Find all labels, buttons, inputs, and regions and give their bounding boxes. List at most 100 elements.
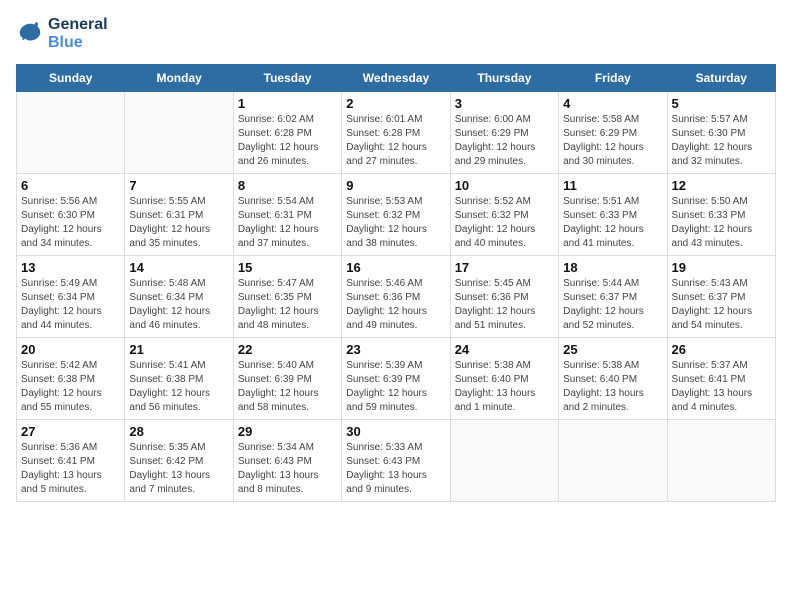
day-number: 20 xyxy=(21,342,120,357)
sunrise-text: Sunrise: 5:38 AM xyxy=(563,360,639,371)
calendar-cell: 7 Sunrise: 5:55 AMSunset: 6:31 PMDaylight… xyxy=(125,174,233,256)
sunset-text: Sunset: 6:33 PM xyxy=(563,210,637,221)
daylight-text: Daylight: 12 hours and 29 minutes. xyxy=(455,142,536,167)
daylight-text: Daylight: 13 hours and 2 minutes. xyxy=(563,388,644,413)
day-number: 10 xyxy=(455,178,554,193)
day-details: Sunrise: 5:54 AM Sunset: 6:31 PM Daylight:… xyxy=(238,195,337,251)
day-details: Sunrise: 5:52 AMSunset: 6:32 PMDaylight:… xyxy=(455,195,554,251)
sunrise-text: Sunrise: 6:00 AM xyxy=(455,114,531,125)
calendar-cell: 23Sunrise: 5:39 AMSunset: 6:39 PMDayligh… xyxy=(342,338,450,420)
sunrise-text: Sunrise: 5:57 AM xyxy=(672,114,748,125)
sunrise-text: Sunrise: 5:37 AM xyxy=(672,360,748,371)
day-details: Sunrise: 5:49 AMSunset: 6:34 PMDaylight:… xyxy=(21,277,120,333)
calendar-cell: 1Sunrise: 6:02 AMSunset: 6:28 PMDaylight… xyxy=(233,92,341,174)
sunrise-text: Sunrise: 5:43 AM xyxy=(672,278,748,289)
sunrise-text: Sunrise: 5:35 AM xyxy=(129,442,205,453)
calendar-cell: 18Sunrise: 5:44 AMSunset: 6:37 PMDayligh… xyxy=(559,256,667,338)
day-number: 26 xyxy=(672,342,771,357)
sunset-text: Sunset: 6:30 PM xyxy=(21,210,95,221)
sunset-text: Sunset: 6:41 PM xyxy=(21,456,95,467)
sunrise-text: Sunrise: 5:41 AM xyxy=(129,360,205,371)
day-number: 19 xyxy=(672,260,771,275)
calendar-cell: 15Sunrise: 5:47 AMSunset: 6:35 PMDayligh… xyxy=(233,256,341,338)
page-header: General Blue xyxy=(16,16,776,52)
day-details: Sunrise: 5:38 AMSunset: 6:40 PMDaylight:… xyxy=(455,359,554,415)
daylight-text: Daylight: 12 hours and 44 minutes. xyxy=(21,306,102,331)
day-number: 13 xyxy=(21,260,120,275)
day-details: Sunrise: 5:34 AM Sunset: 6:43 PM Daylight:… xyxy=(238,441,337,497)
sunset-text: Sunset: 6:36 PM xyxy=(346,292,420,303)
sunset-text: Sunset: 6:32 PM xyxy=(346,210,420,221)
day-number: 6 xyxy=(21,178,120,193)
sunset-text: Sunset: 6:40 PM xyxy=(455,374,529,385)
day-number: 2 xyxy=(346,96,445,111)
day-details: Sunrise: 5:39 AMSunset: 6:39 PMDaylight:… xyxy=(346,359,445,415)
daylight-text: Daylight: 13 hours and 7 minutes. xyxy=(129,470,210,495)
weekday-header: Friday xyxy=(559,65,667,92)
day-details: Sunrise: 5:51 AMSunset: 6:33 PMDaylight:… xyxy=(563,195,662,251)
sunrise-text: Sunrise: 5:54 AM xyxy=(238,196,314,207)
sunset-text: Sunset: 6:34 PM xyxy=(21,292,95,303)
day-details: Sunrise: 5:50 AMSunset: 6:33 PMDaylight:… xyxy=(672,195,771,251)
sunset-text: Sunset: 6:37 PM xyxy=(563,292,637,303)
calendar-cell: 16 Sunrise: 5:46 AMSunset: 6:36 PMDayligh… xyxy=(342,256,450,338)
weekday-header: Thursday xyxy=(450,65,558,92)
day-details: Sunrise: 5:56 AMSunset: 6:30 PMDaylight:… xyxy=(21,195,120,251)
day-details: Sunrise: 5:55 AMSunset: 6:31 PMDaylight:… xyxy=(129,195,228,251)
day-details: Sunrise: 6:00 AMSunset: 6:29 PMDaylight:… xyxy=(455,113,554,169)
daylight-text: Daylight: 12 hours and 59 minutes. xyxy=(346,388,427,413)
logo: General Blue xyxy=(16,16,108,52)
sunset-text: Sunset: 6:29 PM xyxy=(563,128,637,139)
daylight-text: Daylight: 12 hours and 30 minutes. xyxy=(563,142,644,167)
calendar-cell: 9Sunrise: 5:53 AMSunset: 6:32 PMDaylight… xyxy=(342,174,450,256)
calendar-cell xyxy=(450,420,558,502)
sunrise-text: Sunrise: 5:39 AM xyxy=(346,360,422,371)
day-details: Sunrise: 5:57 AMSunset: 6:30 PMDaylight:… xyxy=(672,113,771,169)
calendar-week-row: 13 Sunrise: 5:49 AMSunset: 6:34 PMDayligh… xyxy=(17,256,776,338)
sunrise-text: Sunrise: 5:58 AM xyxy=(563,114,639,125)
day-number: 7 xyxy=(129,178,228,193)
sunset-text: Sunset: 6:35 PM xyxy=(238,292,312,303)
daylight-text: Daylight: 13 hours and 8 minutes. xyxy=(238,470,319,495)
sunset-text: Sunset: 6:32 PM xyxy=(455,210,529,221)
day-number: 8 xyxy=(238,178,337,193)
daylight-text: Daylight: 12 hours and 49 minutes. xyxy=(346,306,427,331)
sunrise-text: Sunrise: 5:33 AM xyxy=(346,442,422,453)
day-number: 17 xyxy=(455,260,554,275)
sunrise-text: Sunrise: 5:38 AM xyxy=(455,360,531,371)
daylight-text: Daylight: 12 hours and 27 minutes. xyxy=(346,142,427,167)
day-number: 18 xyxy=(563,260,662,275)
day-details: Sunrise: 5:47 AMSunset: 6:35 PMDaylight:… xyxy=(238,277,337,333)
sunrise-text: Sunrise: 5:42 AM xyxy=(21,360,97,371)
day-details: Sunrise: 5:37 AMSunset: 6:41 PMDaylight:… xyxy=(672,359,771,415)
calendar-cell: 3Sunrise: 6:00 AMSunset: 6:29 PMDaylight… xyxy=(450,92,558,174)
day-details: Sunrise: 5:42 AMSunset: 6:38 PMDaylight:… xyxy=(21,359,120,415)
day-number: 9 xyxy=(346,178,445,193)
sunset-text: Sunset: 6:28 PM xyxy=(238,128,312,139)
day-number: 16 xyxy=(346,260,445,275)
sunset-text: Sunset: 6:43 PM xyxy=(346,456,420,467)
daylight-text: Daylight: 12 hours and 52 minutes. xyxy=(563,306,644,331)
sunrise-text: Sunrise: 5:50 AM xyxy=(672,196,748,207)
sunset-text: Sunset: 6:43 PM xyxy=(238,456,312,467)
daylight-text: Daylight: 12 hours and 51 minutes. xyxy=(455,306,536,331)
daylight-text: Daylight: 13 hours and 9 minutes. xyxy=(346,470,427,495)
sunrise-text: Sunrise: 5:51 AM xyxy=(563,196,639,207)
calendar-cell: 13 Sunrise: 5:49 AMSunset: 6:34 PMDayligh… xyxy=(17,256,125,338)
sunrise-text: Sunrise: 5:53 AM xyxy=(346,196,422,207)
sunset-text: Sunset: 6:31 PM xyxy=(238,210,312,221)
calendar-week-row: 1Sunrise: 6:02 AMSunset: 6:28 PMDaylight… xyxy=(17,92,776,174)
calendar-cell: 30Sunrise: 5:33 AMSunset: 6:43 PMDayligh… xyxy=(342,420,450,502)
calendar-cell: 10 Sunrise: 5:52 AMSunset: 6:32 PMDayligh… xyxy=(450,174,558,256)
day-details: Sunrise: 5:41 AMSunset: 6:38 PMDaylight:… xyxy=(129,359,228,415)
daylight-text: Daylight: 12 hours and 37 minutes. xyxy=(238,224,319,249)
sunrise-text: Sunrise: 5:34 AM xyxy=(238,442,314,453)
sunrise-text: Sunrise: 5:55 AM xyxy=(129,196,205,207)
logo-icon xyxy=(16,20,44,48)
day-details: Sunrise: 5:36 AMSunset: 6:41 PMDaylight:… xyxy=(21,441,120,497)
calendar-week-row: 27Sunrise: 5:36 AMSunset: 6:41 PMDayligh… xyxy=(17,420,776,502)
sunset-text: Sunset: 6:37 PM xyxy=(672,292,746,303)
calendar-cell: 17Sunrise: 5:45 AMSunset: 6:36 PMDayligh… xyxy=(450,256,558,338)
day-details: Sunrise: 5:46 AMSunset: 6:36 PMDaylight:… xyxy=(346,277,445,333)
weekday-header: Tuesday xyxy=(233,65,341,92)
